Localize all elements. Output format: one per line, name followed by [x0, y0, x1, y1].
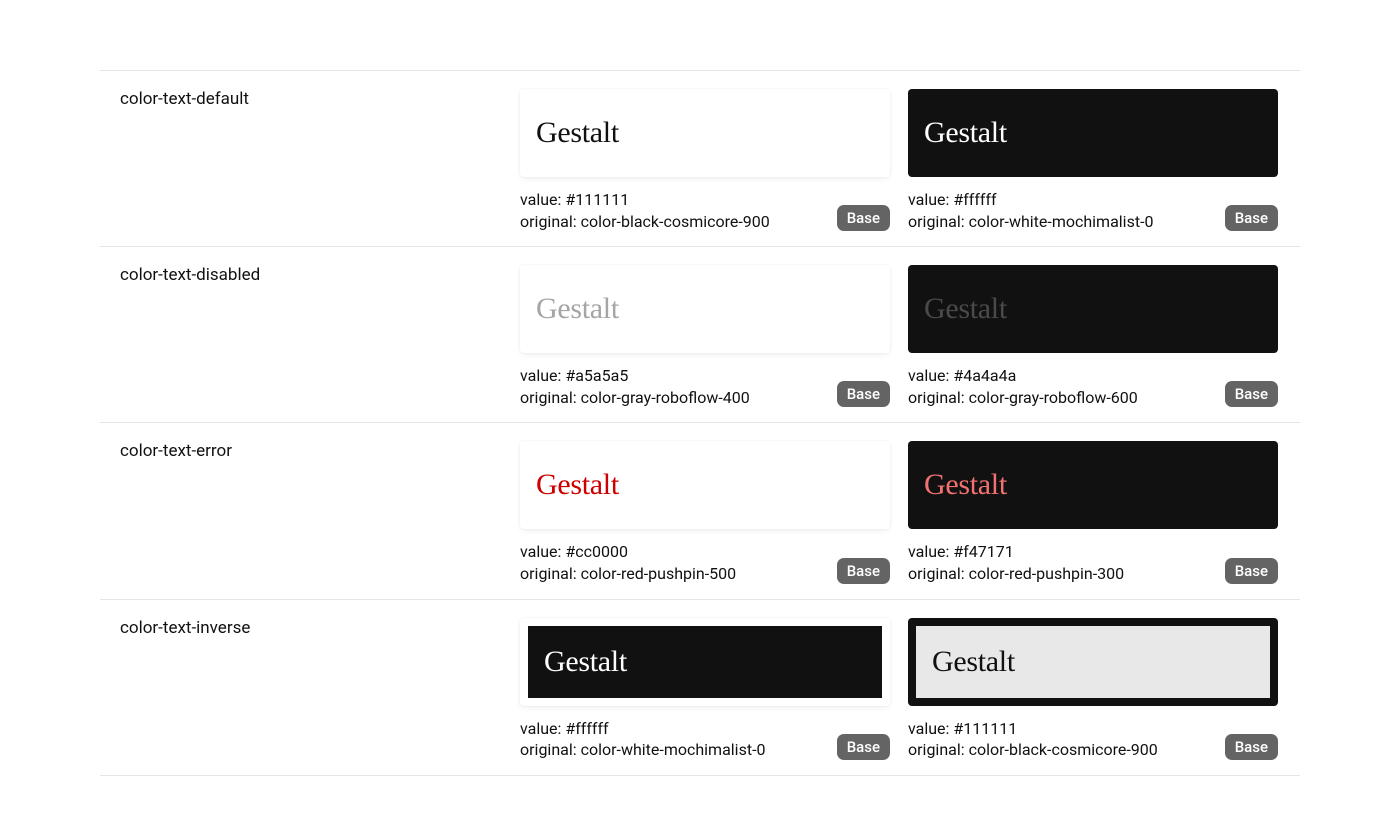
color-sample-inner: Gestalt	[916, 626, 1270, 698]
sample-text: Gestalt	[536, 292, 619, 326]
color-sample: Gestalt	[908, 89, 1278, 177]
token-meta-text: value: #111111 original: color-black-cosm…	[520, 189, 770, 232]
original-label: original:	[520, 740, 581, 759]
base-badge: Base	[1225, 381, 1278, 407]
value-label: value:	[520, 366, 565, 385]
value-label: value:	[520, 190, 565, 209]
token-meta: value: #cc0000 original: color-red-pushpi…	[520, 541, 890, 584]
color-sample: Gestalt	[908, 618, 1278, 706]
original-text: color-red-pushpin-500	[581, 564, 737, 583]
value-text: #4a4a4a	[953, 366, 1016, 385]
token-row: color-text-inverse Gestalt value: #ffffff o…	[100, 599, 1300, 776]
original-label: original:	[908, 740, 969, 759]
token-variant-light: Gestalt value: #a5a5a5 original: color-gra…	[520, 265, 890, 408]
sample-text: Gestalt	[536, 468, 619, 502]
token-variant-dark: Gestalt value: #f47171 original: color-red…	[908, 441, 1278, 584]
base-badge: Base	[837, 381, 890, 407]
value-text: #111111	[565, 190, 629, 209]
original-label: original:	[908, 212, 969, 231]
sample-text: Gestalt	[924, 292, 1007, 326]
color-sample-inner: Gestalt	[520, 265, 890, 353]
original-text: color-red-pushpin-300	[969, 564, 1125, 583]
token-meta: value: #f47171 original: color-red-pushpi…	[908, 541, 1278, 584]
token-variant-dark: Gestalt value: #ffffff original: color-whi…	[908, 89, 1278, 232]
color-sample: Gestalt	[908, 265, 1278, 353]
sample-text: Gestalt	[544, 645, 627, 679]
value-text: #111111	[953, 719, 1017, 738]
base-badge: Base	[837, 558, 890, 584]
color-sample: Gestalt	[520, 441, 890, 529]
token-name: color-text-inverse	[100, 618, 520, 761]
base-badge: Base	[1225, 734, 1278, 760]
token-variant-dark: Gestalt value: #111111 original: color-bla…	[908, 618, 1278, 761]
value-label: value:	[908, 366, 953, 385]
original-label: original:	[908, 564, 969, 583]
token-name: color-text-error	[100, 441, 520, 584]
token-row: color-text-disabled Gestalt value: #a5a5a5…	[100, 246, 1300, 422]
original-label: original:	[520, 564, 581, 583]
sample-text: Gestalt	[932, 645, 1015, 679]
base-badge: Base	[1225, 558, 1278, 584]
original-label: original:	[908, 388, 969, 407]
token-meta: value: #111111 original: color-black-cosm…	[520, 189, 890, 232]
color-sample: Gestalt	[520, 618, 890, 706]
color-sample: Gestalt	[520, 89, 890, 177]
token-variant-light: Gestalt value: #111111 original: color-bla…	[520, 89, 890, 232]
color-sample-inner: Gestalt	[520, 441, 890, 529]
sample-text: Gestalt	[536, 116, 619, 150]
original-text: color-white-mochimalist-0	[969, 212, 1154, 231]
color-sample-inner: Gestalt	[520, 89, 890, 177]
value-label: value:	[520, 542, 565, 561]
base-badge: Base	[1225, 205, 1278, 231]
token-meta-text: value: #ffffff original: color-white-moch…	[520, 718, 765, 761]
token-variant-light: Gestalt value: #cc0000 original: color-red…	[520, 441, 890, 584]
token-variant-dark: Gestalt value: #4a4a4a original: color-gra…	[908, 265, 1278, 408]
token-name: color-text-disabled	[100, 265, 520, 408]
original-text: color-black-cosmicore-900	[581, 212, 770, 231]
token-variant-light: Gestalt value: #ffffff original: color-whi…	[520, 618, 890, 761]
original-text: color-black-cosmicore-900	[969, 740, 1158, 759]
original-text: color-gray-roboflow-400	[581, 388, 750, 407]
token-meta: value: #111111 original: color-black-cosm…	[908, 718, 1278, 761]
color-sample-inner: Gestalt	[908, 89, 1278, 177]
value-text: #ffffff	[953, 190, 996, 209]
token-meta-text: value: #cc0000 original: color-red-pushpi…	[520, 541, 736, 584]
value-text: #a5a5a5	[565, 366, 628, 385]
base-badge: Base	[837, 734, 890, 760]
token-meta-text: value: #111111 original: color-black-cosm…	[908, 718, 1158, 761]
original-text: color-gray-roboflow-600	[969, 388, 1138, 407]
token-row: color-text-default Gestalt value: #111111 o…	[100, 70, 1300, 246]
token-meta: value: #ffffff original: color-white-moch…	[908, 189, 1278, 232]
color-sample-inner: Gestalt	[908, 265, 1278, 353]
token-name: color-text-default	[100, 89, 520, 232]
token-meta: value: #4a4a4a original: color-gray-robof…	[908, 365, 1278, 408]
token-meta-text: value: #ffffff original: color-white-moch…	[908, 189, 1153, 232]
value-text: #cc0000	[565, 542, 628, 561]
base-badge: Base	[837, 205, 890, 231]
value-label: value:	[908, 190, 953, 209]
sample-text: Gestalt	[924, 116, 1007, 150]
token-meta-text: value: #f47171 original: color-red-pushpi…	[908, 541, 1124, 584]
original-label: original:	[520, 212, 581, 231]
token-row: color-text-error Gestalt value: #cc0000 ori…	[100, 422, 1300, 598]
token-meta-text: value: #a5a5a5 original: color-gray-robof…	[520, 365, 750, 408]
color-sample: Gestalt	[908, 441, 1278, 529]
value-text: #f47171	[953, 542, 1013, 561]
value-label: value:	[520, 719, 565, 738]
token-meta: value: #a5a5a5 original: color-gray-robof…	[520, 365, 890, 408]
token-meta: value: #ffffff original: color-white-moch…	[520, 718, 890, 761]
sample-text: Gestalt	[924, 468, 1007, 502]
value-text: #ffffff	[565, 719, 608, 738]
token-table: color-text-default Gestalt value: #111111 o…	[0, 0, 1400, 816]
color-sample-inner: Gestalt	[528, 626, 882, 698]
value-label: value:	[908, 542, 953, 561]
original-label: original:	[520, 388, 581, 407]
value-label: value:	[908, 719, 953, 738]
token-meta-text: value: #4a4a4a original: color-gray-robof…	[908, 365, 1138, 408]
color-sample: Gestalt	[520, 265, 890, 353]
original-text: color-white-mochimalist-0	[581, 740, 766, 759]
color-sample-inner: Gestalt	[908, 441, 1278, 529]
